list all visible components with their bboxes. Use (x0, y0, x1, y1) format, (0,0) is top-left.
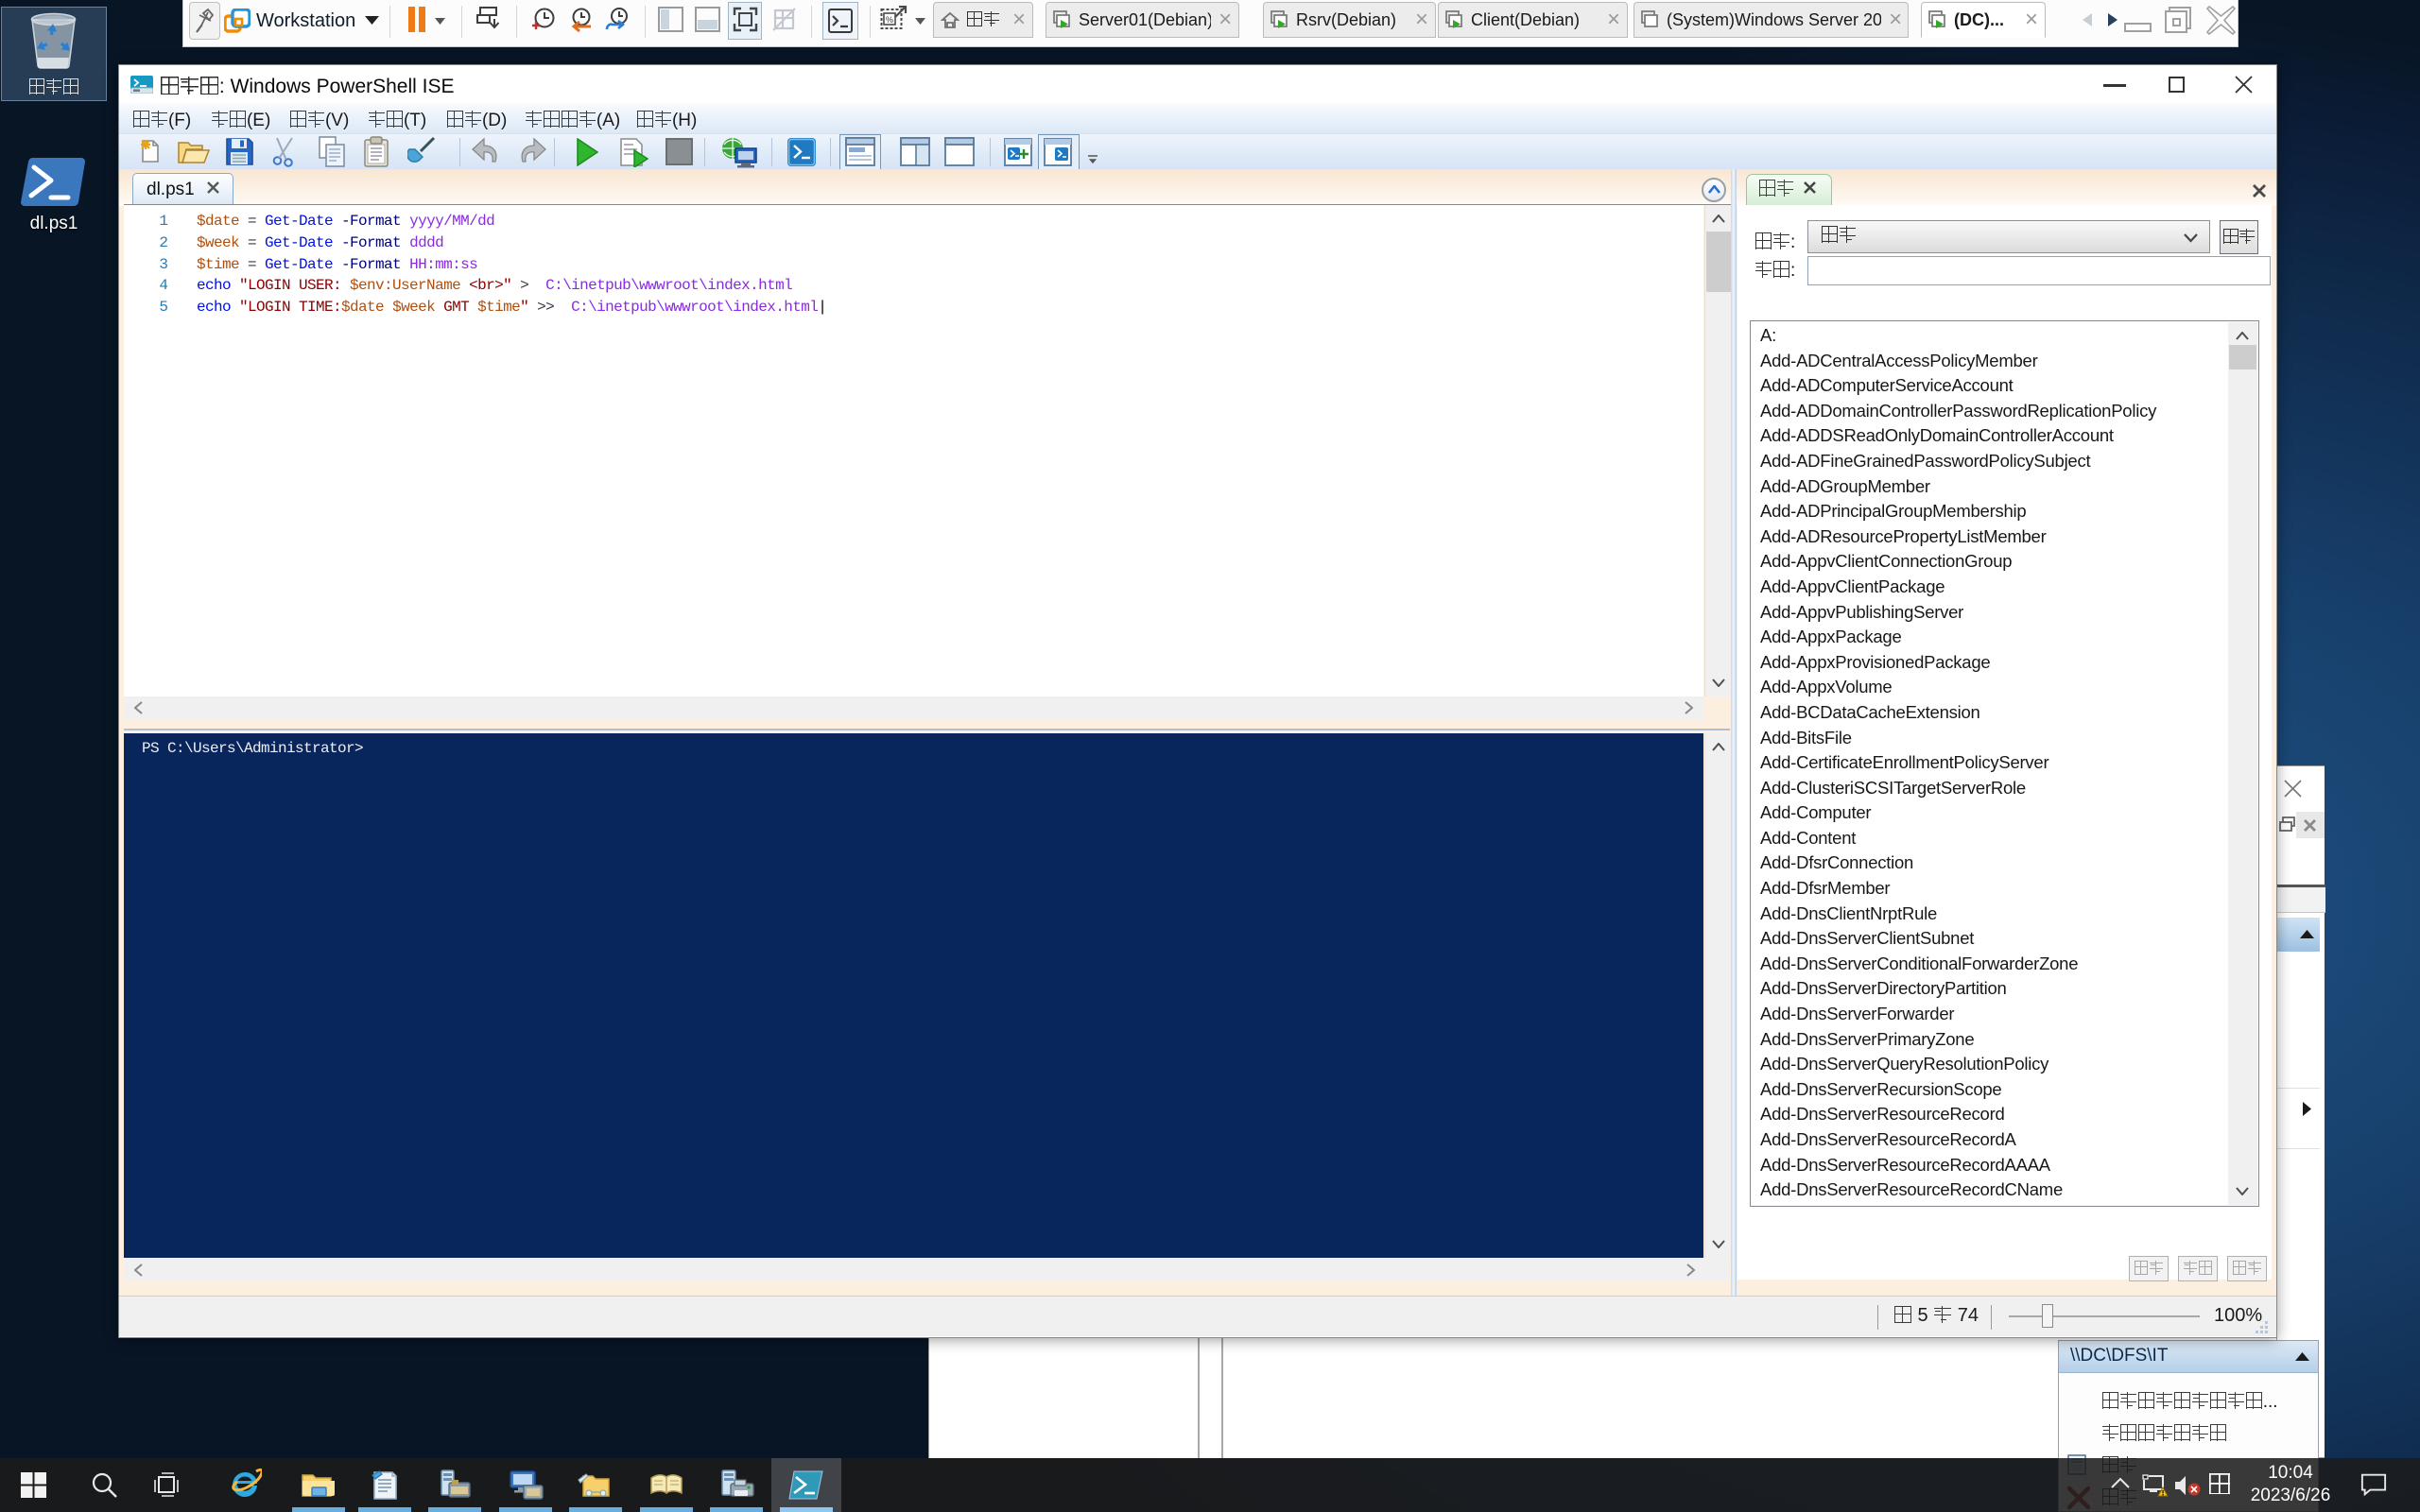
svg-text:%: % (886, 15, 893, 25)
